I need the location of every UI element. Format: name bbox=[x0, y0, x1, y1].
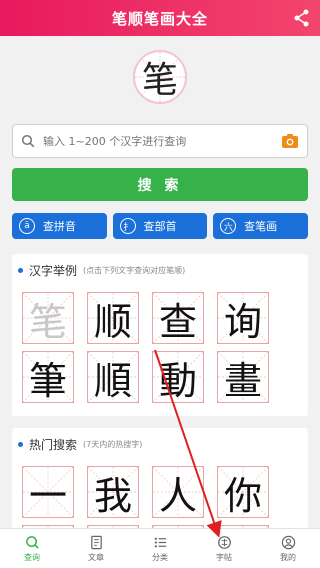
example-char-cell[interactable]: 動 bbox=[152, 351, 204, 403]
stroke-lookup-button[interactable]: 六 查笔画 bbox=[213, 213, 309, 239]
example-char-cell[interactable]: 查 bbox=[152, 292, 204, 344]
search-input[interactable] bbox=[43, 134, 273, 148]
pinyin-lookup-button[interactable]: ā 查拼音 bbox=[12, 213, 107, 239]
example-char: 询 bbox=[223, 299, 262, 344]
hot-char: 你 bbox=[223, 473, 262, 518]
hot-char: 一 bbox=[28, 473, 67, 518]
stroke-count-icon: 六 bbox=[220, 218, 237, 234]
stroke-lookup-label: 查笔画 bbox=[244, 220, 278, 233]
example-char-cell[interactable]: 畫 bbox=[217, 351, 269, 403]
example-char: 順 bbox=[93, 358, 132, 403]
app-logo: 笔 bbox=[133, 50, 187, 104]
example-char: 笔 bbox=[28, 299, 67, 344]
user-icon bbox=[281, 535, 295, 549]
tab-profile[interactable]: 我的 bbox=[256, 529, 320, 568]
tab-categories[interactable]: 分类 bbox=[128, 529, 192, 568]
logo-char: 笔 bbox=[141, 60, 178, 101]
hot-char: 人 bbox=[158, 473, 197, 518]
tab-query[interactable]: 查询 bbox=[0, 529, 64, 568]
search-box[interactable] bbox=[12, 124, 308, 158]
bottom-tab-bar: 查询 文章 分类 字帖 我的 bbox=[0, 528, 320, 568]
example-char-cell[interactable]: 询 bbox=[217, 292, 269, 344]
example-char-cell[interactable]: 筆 bbox=[22, 351, 74, 403]
search-icon bbox=[25, 535, 39, 549]
example-char-cell[interactable]: 笔 bbox=[22, 292, 74, 344]
article-icon bbox=[90, 535, 102, 549]
search-icon bbox=[21, 134, 35, 148]
hot-char: 我 bbox=[93, 473, 132, 518]
hot-row: 一 我 人 你 bbox=[22, 466, 269, 518]
search-mode-buttons: ā 查拼音 扌 查部首 六 查笔画 bbox=[12, 213, 309, 239]
example-char-cell[interactable]: 順 bbox=[87, 351, 139, 403]
search-button[interactable]: 搜 索 bbox=[12, 168, 308, 201]
pinyin-lookup-label: 查拼音 bbox=[42, 220, 76, 233]
examples-heading: 汉字举例 bbox=[29, 263, 78, 278]
app-header: 笔顺笔画大全 bbox=[0, 0, 320, 36]
tab-label: 我的 bbox=[280, 552, 296, 562]
tab-label: 文章 bbox=[88, 552, 104, 562]
example-char: 畫 bbox=[223, 358, 262, 403]
tab-copybook[interactable]: 字帖 bbox=[192, 529, 256, 568]
radical-lookup-button[interactable]: 扌 查部首 bbox=[112, 213, 208, 239]
examples-card: 汉字举例 (点击下列文字查询对应笔顺) 笔 顺 查 询 筆 順 動 畫 bbox=[12, 254, 308, 416]
copybook-icon bbox=[217, 535, 231, 549]
pinyin-icon: ā bbox=[19, 218, 35, 234]
example-row: 筆 順 動 畫 bbox=[22, 351, 269, 403]
page-title: 笔顺笔画大全 bbox=[111, 9, 208, 28]
hot-char-cell[interactable]: 人 bbox=[152, 466, 204, 518]
example-char: 動 bbox=[158, 358, 197, 403]
examples-hint: (点击下列文字查询对应笔顺) bbox=[83, 265, 186, 275]
radical-icon: 扌 bbox=[119, 218, 136, 234]
share-icon[interactable] bbox=[292, 8, 312, 28]
list-icon bbox=[154, 537, 166, 547]
camera-icon[interactable] bbox=[281, 133, 299, 149]
hot-char-cell[interactable]: 你 bbox=[217, 466, 269, 518]
example-char: 筆 bbox=[28, 358, 67, 403]
section-dot bbox=[18, 441, 23, 447]
hot-search-hint: (7天内的热搜字) bbox=[83, 439, 143, 449]
tab-label: 查询 bbox=[24, 552, 40, 562]
tab-label: 分类 bbox=[152, 552, 168, 562]
hot-char-cell[interactable]: 一 bbox=[22, 466, 74, 518]
example-char: 顺 bbox=[93, 299, 132, 344]
radical-lookup-label: 查部首 bbox=[143, 220, 177, 233]
section-dot bbox=[18, 267, 23, 273]
example-char-cell[interactable]: 顺 bbox=[87, 292, 139, 344]
tab-label: 字帖 bbox=[216, 552, 232, 562]
example-row: 笔 顺 查 询 bbox=[22, 292, 269, 344]
hot-search-card: 热门搜索 (7天内的热搜字) 一 我 人 你 bbox=[12, 428, 308, 538]
hot-char-cell[interactable]: 我 bbox=[87, 466, 139, 518]
tab-articles[interactable]: 文章 bbox=[64, 529, 128, 568]
example-char: 查 bbox=[158, 299, 197, 344]
hot-search-heading: 热门搜索 bbox=[29, 437, 78, 452]
